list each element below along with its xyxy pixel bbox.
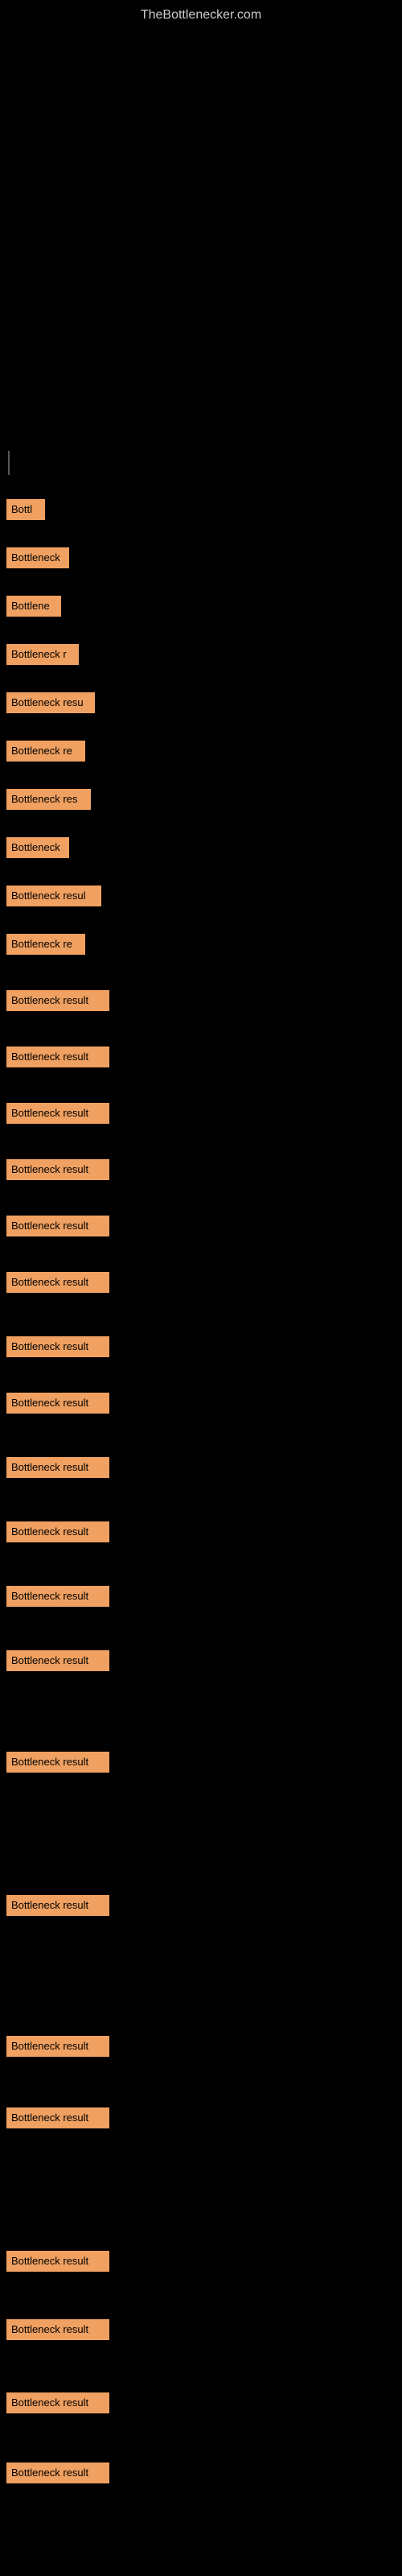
bottleneck-bar-26: Bottleneck result (6, 2107, 109, 2128)
bottleneck-bar-8: Bottleneck (6, 837, 69, 858)
bottleneck-bar-9: Bottleneck resul (6, 886, 101, 906)
bottleneck-bar-30: Bottleneck result (6, 2462, 109, 2483)
bottleneck-bar-20: Bottleneck result (6, 1521, 109, 1542)
bottleneck-bar-17: Bottleneck result (6, 1336, 109, 1357)
bottleneck-bar-11: Bottleneck result (6, 990, 109, 1011)
bottleneck-bar-13: Bottleneck result (6, 1103, 109, 1124)
bottleneck-bar-10: Bottleneck re (6, 934, 85, 955)
bottleneck-bar-23: Bottleneck result (6, 1752, 109, 1773)
bottleneck-bar-16: Bottleneck result (6, 1272, 109, 1293)
bottleneck-bar-3: Bottlene (6, 596, 61, 617)
bottleneck-bar-18: Bottleneck result (6, 1393, 109, 1414)
bottleneck-bar-24: Bottleneck result (6, 1895, 109, 1916)
site-title: TheBottlenecker.com (0, 0, 402, 31)
bottleneck-bar-22: Bottleneck result (6, 1650, 109, 1671)
bottleneck-bar-5: Bottleneck resu (6, 692, 95, 713)
bottleneck-bar-4: Bottleneck r (6, 644, 79, 665)
bottleneck-bar-1: Bottl (6, 499, 45, 520)
bottleneck-bar-12: Bottleneck result (6, 1046, 109, 1067)
vertical-line (8, 451, 10, 475)
bottleneck-bar-29: Bottleneck result (6, 2392, 109, 2413)
bottleneck-bar-2: Bottleneck (6, 547, 69, 568)
bottleneck-bar-25: Bottleneck result (6, 2036, 109, 2057)
bottleneck-bar-14: Bottleneck result (6, 1159, 109, 1180)
bottleneck-bar-15: Bottleneck result (6, 1216, 109, 1236)
bottleneck-bar-21: Bottleneck result (6, 1586, 109, 1607)
bottleneck-bar-6: Bottleneck re (6, 741, 85, 762)
bottleneck-bar-28: Bottleneck result (6, 2319, 109, 2340)
bottleneck-bar-7: Bottleneck res (6, 789, 91, 810)
bottleneck-bar-19: Bottleneck result (6, 1457, 109, 1478)
bottleneck-bar-27: Bottleneck result (6, 2251, 109, 2272)
